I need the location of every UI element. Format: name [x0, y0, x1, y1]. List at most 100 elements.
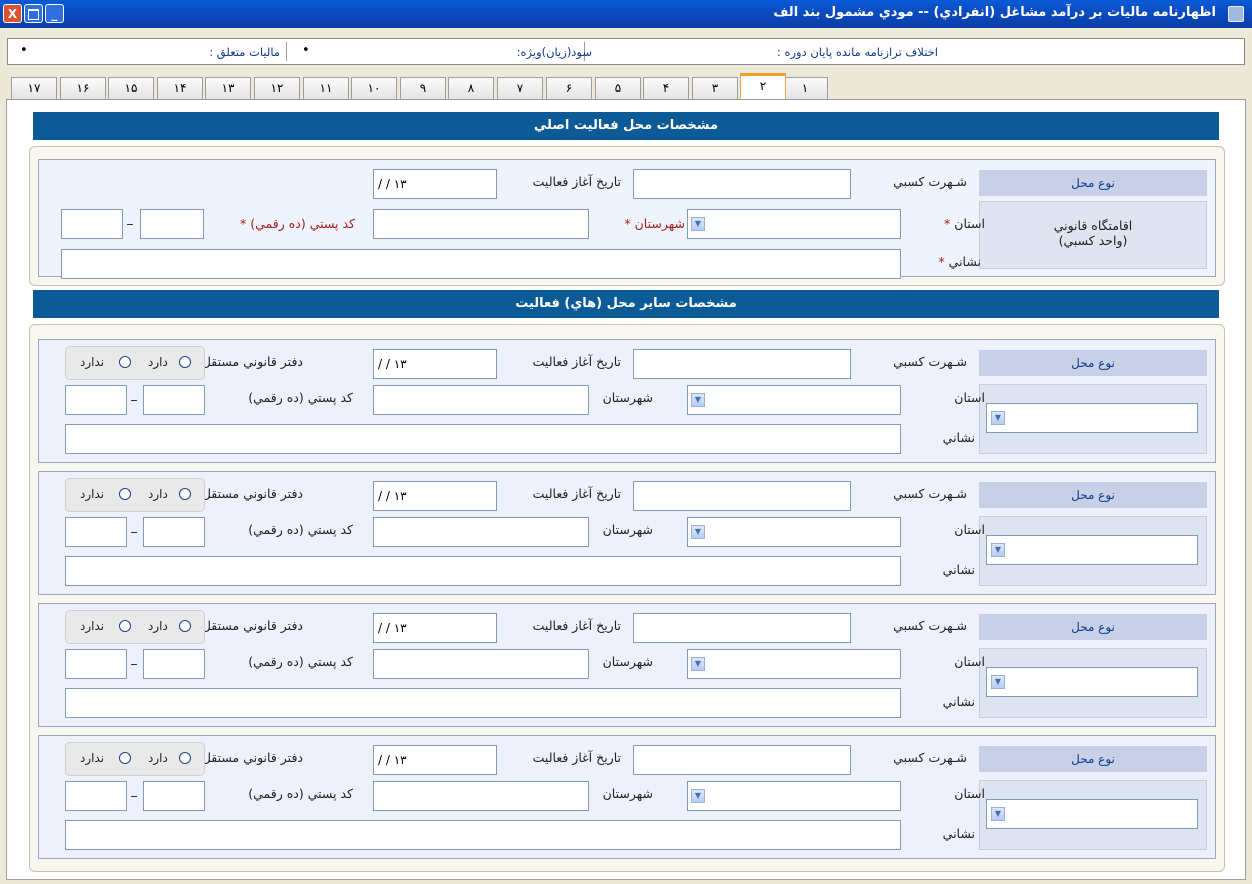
- has-label: دارد: [148, 619, 168, 633]
- tab-6[interactable]: ۶: [546, 77, 592, 99]
- postal-code-part1[interactable]: [65, 649, 127, 679]
- province-select[interactable]: ▼: [687, 517, 901, 547]
- chevron-down-icon[interactable]: ▼: [691, 789, 705, 803]
- tab-3[interactable]: ٣: [692, 77, 738, 99]
- city-field[interactable]: [373, 517, 589, 547]
- city-label: شهرستان: [602, 654, 653, 669]
- address-field[interactable]: [65, 688, 901, 718]
- tab-17[interactable]: ١٧: [11, 77, 57, 99]
- place-type-value: اقامتگاه قانوني: [1053, 218, 1133, 233]
- start-date-field[interactable]: / / ١٣: [373, 169, 497, 199]
- close-button[interactable]: X: [3, 4, 22, 23]
- tab-15[interactable]: ١۵: [108, 77, 154, 99]
- has-not-label: ندارد: [80, 355, 105, 369]
- business-name-field[interactable]: [633, 613, 851, 643]
- profit-value: •: [302, 43, 310, 58]
- tab-11[interactable]: ١١: [303, 77, 349, 99]
- tab-2[interactable]: ٢: [740, 73, 786, 99]
- window-title: اظهارنامه ماليات بر درآمد مشاغل (انفرادي…: [773, 5, 1216, 20]
- tab-9[interactable]: ٩: [400, 77, 446, 99]
- start-date-label: تاريخ آغاز فعاليت: [532, 750, 621, 765]
- has-radio[interactable]: [179, 488, 191, 500]
- tab-12[interactable]: ١٢: [254, 77, 300, 99]
- place-type-select[interactable]: ▼: [986, 667, 1198, 697]
- city-field[interactable]: [373, 781, 589, 811]
- tab-7[interactable]: ٧: [497, 77, 543, 99]
- tab-5[interactable]: ۵: [595, 77, 641, 99]
- postal-code-part1[interactable]: [61, 209, 123, 239]
- city-field[interactable]: [373, 209, 589, 239]
- chevron-down-icon[interactable]: ▼: [691, 657, 705, 671]
- place-type-box: ▼: [979, 516, 1207, 586]
- postal-code-part1[interactable]: [65, 385, 127, 415]
- legal-office-label: دفتر قانوني مستقل: [201, 354, 303, 369]
- city-field[interactable]: [373, 385, 589, 415]
- other-place-card: نوع محل ▼ شـهرت كسبي تاريخ آغاز فعاليت /…: [38, 735, 1216, 859]
- place-type-select[interactable]: ▼: [986, 403, 1198, 433]
- business-name-field[interactable]: [633, 349, 851, 379]
- postal-code-part1[interactable]: [65, 781, 127, 811]
- has-radio[interactable]: [179, 752, 191, 764]
- has-radio[interactable]: [179, 620, 191, 632]
- maximize-button[interactable]: [24, 4, 43, 23]
- address-field[interactable]: [65, 820, 901, 850]
- city-field[interactable]: [373, 649, 589, 679]
- start-date-field[interactable]: / / ١٣: [373, 481, 497, 511]
- legal-office-label: دفتر قانوني مستقل: [201, 618, 303, 633]
- app-icon: [1228, 6, 1244, 22]
- address-field[interactable]: [61, 249, 901, 279]
- tab-8[interactable]: ٨: [448, 77, 494, 99]
- address-field[interactable]: [65, 424, 901, 454]
- business-name-field[interactable]: [633, 169, 851, 199]
- province-select[interactable]: ▼: [687, 781, 901, 811]
- province-select[interactable]: ▼: [687, 649, 901, 679]
- has-not-radio[interactable]: [119, 620, 131, 632]
- start-date-field[interactable]: / / ١٣: [373, 613, 497, 643]
- other-place-card: نوع محل ▼ شـهرت كسبي تاريخ آغاز فعاليت /…: [38, 339, 1216, 463]
- tab-4[interactable]: ۴: [643, 77, 689, 99]
- start-date-field[interactable]: / / ١٣: [373, 745, 497, 775]
- tab-16[interactable]: ١۶: [60, 77, 106, 99]
- business-name-field[interactable]: [633, 481, 851, 511]
- tab-13[interactable]: ١٣: [205, 77, 251, 99]
- province-select[interactable]: ▼: [687, 385, 901, 415]
- chevron-down-icon[interactable]: ▼: [691, 525, 705, 539]
- chevron-down-icon[interactable]: ▼: [991, 411, 1005, 425]
- address-label: نشاني: [942, 430, 975, 445]
- postal-code-part2[interactable]: [143, 517, 205, 547]
- place-type-box: ▼: [979, 648, 1207, 718]
- postal-code-part1[interactable]: [65, 517, 127, 547]
- postal-code-part2[interactable]: [143, 781, 205, 811]
- minimize-button[interactable]: _: [45, 4, 64, 23]
- chevron-down-icon[interactable]: ▼: [691, 393, 705, 407]
- chevron-down-icon[interactable]: ▼: [991, 807, 1005, 821]
- postal-code-part2[interactable]: [143, 649, 205, 679]
- province-select[interactable]: ▼: [687, 209, 901, 239]
- place-type-select[interactable]: ▼: [986, 799, 1198, 829]
- start-date-label: تاريخ آغاز فعاليت: [532, 486, 621, 501]
- has-not-radio[interactable]: [119, 488, 131, 500]
- business-name-field[interactable]: [633, 745, 851, 775]
- chevron-down-icon[interactable]: ▼: [991, 675, 1005, 689]
- main-section-header: مشخصات محل فعاليت اصلي: [33, 112, 1219, 140]
- has-radio[interactable]: [179, 356, 191, 368]
- tab-14[interactable]: ١۴: [157, 77, 203, 99]
- address-field[interactable]: [65, 556, 901, 586]
- place-type-select[interactable]: ▼: [986, 535, 1198, 565]
- chevron-down-icon[interactable]: ▼: [991, 543, 1005, 557]
- has-not-radio[interactable]: [119, 752, 131, 764]
- start-date-field[interactable]: / / ١٣: [373, 349, 497, 379]
- postal-code-part2[interactable]: [143, 385, 205, 415]
- has-label: دارد: [148, 751, 168, 765]
- place-type-header: نوع محل: [979, 746, 1207, 772]
- tab-10[interactable]: ١٠: [351, 77, 397, 99]
- postal-code-part2[interactable]: [140, 209, 204, 239]
- has-not-radio[interactable]: [119, 356, 131, 368]
- legal-office-label: دفتر قانوني مستقل: [201, 486, 303, 501]
- dash: [131, 664, 137, 665]
- has-not-label: ندارد: [80, 487, 105, 501]
- chevron-down-icon[interactable]: ▼: [691, 217, 705, 231]
- summary-bar: اختلاف ترازنامه مانده پايان دوره : سود(ز…: [7, 38, 1245, 65]
- place-type-header: نوع محل: [979, 482, 1207, 508]
- tab-1[interactable]: ١: [782, 77, 828, 99]
